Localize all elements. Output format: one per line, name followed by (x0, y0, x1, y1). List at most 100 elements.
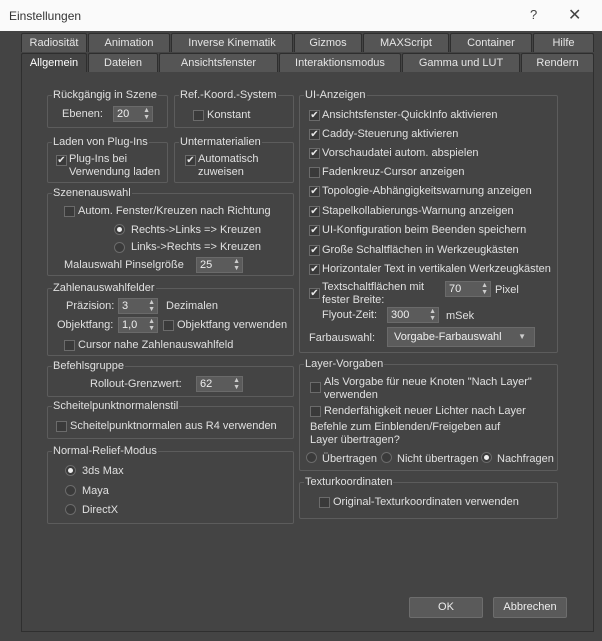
normal-bump-title: Normal-Relief-Modus (52, 445, 158, 457)
color-picker-select[interactable]: Vorgabe-Farbauswahl ▼ (387, 327, 535, 347)
rollout-spinner[interactable]: 62 ▲ ▼ (196, 376, 243, 392)
ui-display-checkbox[interactable]: ✔ (309, 264, 320, 275)
tab-container[interactable]: Container (450, 33, 532, 52)
maya-label: Maya (82, 485, 109, 497)
use-snap-checkbox[interactable] (163, 320, 174, 331)
tab-files[interactable]: Dateien (88, 53, 158, 72)
fixed-width-spinner[interactable]: 70 ▲ ▼ (445, 281, 491, 297)
ask-radio[interactable] (481, 452, 492, 463)
renderability-checkbox[interactable] (310, 406, 321, 417)
spinners-title: Zahlenauswahlfelder (52, 282, 156, 294)
ui-display-checkbox[interactable] (309, 167, 320, 178)
tab-maxscript[interactable]: MAXScript (363, 33, 449, 52)
vertex-normal-title: Scheitelpunktnormalenstil (52, 400, 180, 412)
ui-display-checkbox[interactable]: ✔ (309, 110, 320, 121)
flyout-label: Flyout-Zeit: (322, 309, 378, 321)
left-right-label: Links->Rechts => Kreuzen (131, 241, 261, 253)
layer-defaults-title: Layer-Vorgaben (304, 358, 385, 370)
ui-display-label: Ansichtsfenster-QuickInfo aktivieren (322, 109, 498, 121)
precision-unit: Dezimalen (166, 300, 218, 312)
tab-interaction-mode[interactable]: Interaktionsmodus (279, 53, 401, 72)
precision-spinner[interactable]: 3 ▲ ▼ (118, 298, 158, 314)
tab-animation[interactable]: Animation (88, 33, 170, 52)
ask-label: Nachfragen (497, 453, 554, 465)
auto-window-label: Autom. Fenster/Kreuzen nach Richtung (78, 205, 271, 217)
fixed-width-label: Textschaltflächen mit fester Breite: (322, 281, 425, 306)
directx-radio[interactable] (65, 504, 76, 515)
spinner-arrows-icon[interactable]: ▲ ▼ (429, 308, 436, 322)
fixed-width-checkbox[interactable]: ✔ (309, 288, 320, 299)
ui-display-checkbox[interactable]: ✔ (309, 225, 320, 236)
no-transfer-label: Nicht übertragen (397, 453, 479, 465)
constant-label: Konstant (207, 109, 251, 121)
spinner-arrows-icon[interactable]: ▲ ▼ (233, 377, 240, 391)
transfer-radio[interactable] (306, 452, 317, 463)
levels-spinner[interactable]: 20 ▲ ▼ (113, 106, 153, 122)
ui-display-label: UI-Konfiguration beim Beenden speichern (322, 224, 527, 236)
precision-label: Präzision: (66, 300, 115, 312)
brush-size-value: 25 (200, 259, 213, 271)
close-icon[interactable]: ✕ (568, 5, 581, 25)
ui-display-checkbox[interactable]: ✔ (309, 148, 320, 159)
command-panel-title: Befehlsgruppe (52, 360, 125, 372)
ui-display-label: Große Schaltflächen in Werkzeugkästen (322, 244, 519, 256)
auto-assign-checkbox[interactable]: ✔ (185, 155, 196, 166)
cursor-near-checkbox[interactable] (64, 340, 75, 351)
ui-display-label: Horizontaler Text in vertikalen Werkzeug… (322, 263, 551, 275)
cancel-button[interactable]: Abbrechen (493, 597, 567, 618)
use-snap-label: Objektfang verwenden (177, 319, 288, 331)
no-transfer-radio[interactable] (381, 452, 392, 463)
load-plugins-checkbox[interactable]: ✔ (56, 155, 67, 166)
radio-selected-dot (117, 227, 122, 232)
constant-checkbox[interactable] (193, 110, 204, 121)
ok-button[interactable]: OK (409, 597, 483, 618)
tab-radiosity[interactable]: Radiosität (21, 33, 87, 52)
spinner-arrows-icon[interactable]: ▲ ▼ (233, 258, 240, 272)
help-icon[interactable]: ? (530, 7, 537, 22)
ui-display-checkbox[interactable]: ✔ (309, 245, 320, 256)
ui-display-checkbox[interactable]: ✔ (309, 206, 320, 217)
use-r4-checkbox[interactable] (56, 421, 67, 432)
brush-size-spinner[interactable]: 25 ▲ ▼ (196, 257, 243, 273)
tab-inverse-kinematics[interactable]: Inverse Kinematik (171, 33, 293, 52)
tab-viewports[interactable]: Ansichtsfenster (159, 53, 278, 72)
window-title: Einstellungen (9, 9, 82, 23)
spinner-arrows-icon[interactable]: ▲ ▼ (143, 107, 150, 121)
left-right-radio[interactable] (114, 242, 125, 253)
spinner-arrows-icon[interactable]: ▲ ▼ (148, 299, 155, 313)
flyout-spinner[interactable]: 300 ▲ ▼ (387, 307, 439, 323)
radio-selected-dot (484, 455, 489, 460)
default-new-checkbox[interactable] (310, 382, 321, 393)
ui-display-checkbox[interactable]: ✔ (309, 186, 320, 197)
maya-radio[interactable] (65, 485, 76, 496)
tab-rendering[interactable]: Rendern (521, 53, 594, 72)
rollout-value: 62 (200, 378, 213, 390)
flyout-unit: mSek (446, 310, 475, 322)
rollout-label: Rollout-Grenzwert: (90, 378, 182, 390)
tab-gamma-lut[interactable]: Gamma und LUT (402, 53, 520, 72)
tab-help[interactable]: Hilfe (533, 33, 594, 52)
spinner-arrows-icon[interactable]: ▲ ▼ (481, 282, 488, 296)
scene-selection-title: Szenenauswahl (52, 187, 132, 199)
fixed-width-value: 70 (449, 283, 462, 295)
tab-gizmos[interactable]: Gizmos (294, 33, 362, 52)
directx-label: DirectX (82, 504, 119, 516)
ui-display-checkbox[interactable]: ✔ (309, 129, 320, 140)
plugins-title: Laden von Plug-Ins (52, 136, 149, 148)
snap-label: Objektfang: (57, 319, 114, 331)
original-texture-checkbox[interactable] (319, 497, 330, 508)
fixed-width-unit: Pixel (495, 284, 519, 296)
submaterials-title: Untermaterialien (179, 136, 262, 148)
right-left-label: Rechts->Links => Kreuzen (131, 224, 261, 236)
ui-display-label: Caddy-Steuerung aktivieren (322, 128, 459, 140)
right-left-radio[interactable] (114, 224, 125, 235)
snap-spinner[interactable]: 1,0 ▲ ▼ (118, 317, 158, 333)
brush-size-label: Malauswahl Pinselgröße (64, 259, 184, 271)
precision-value: 3 (122, 300, 129, 312)
texture-coords-title: Texturkoordinaten (304, 476, 394, 488)
auto-window-checkbox[interactable] (64, 206, 75, 217)
spinner-arrows-icon[interactable]: ▲ ▼ (148, 318, 155, 332)
3dsmax-radio[interactable] (65, 465, 76, 476)
chevron-down-icon[interactable]: ▼ (518, 328, 526, 346)
tab-general[interactable]: Allgemein (21, 53, 87, 73)
